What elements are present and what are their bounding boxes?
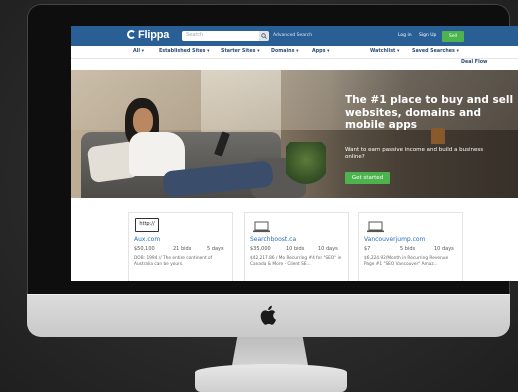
- hero-title: The #1 place to buy and sell websites, d…: [345, 94, 514, 131]
- logo-text: Flippa: [138, 29, 170, 41]
- deal-flow-link[interactable]: Deal Flow: [461, 60, 487, 65]
- listing-price: $7: [364, 246, 371, 252]
- hero-subtitle: Want to earn passive income and build a …: [345, 147, 484, 160]
- subnav-all[interactable]: All ▾: [133, 49, 144, 54]
- login-link[interactable]: Log in: [398, 33, 412, 38]
- sell-button[interactable]: Sell: [442, 31, 464, 42]
- screen: Flippa Search Advanced Search Log in Sig…: [71, 26, 518, 281]
- laptop-icon: [251, 218, 273, 233]
- listing-description: $42,217.86 / Mo Recurring #4 for "SEO" i…: [250, 256, 342, 267]
- listing-days: 10 days: [434, 246, 454, 252]
- subnav-apps[interactable]: Apps ▾: [312, 49, 330, 54]
- signup-link[interactable]: Sign Up: [419, 33, 436, 38]
- listing-bids: 5 bids: [400, 246, 416, 252]
- hero-person-face: [133, 108, 153, 134]
- subnav-saved-searches[interactable]: Saved Searches ▾: [412, 49, 459, 54]
- subnav-starter-sites[interactable]: Starter Sites ▾: [221, 49, 260, 54]
- listing-title[interactable]: Searchboost.ca: [250, 236, 296, 243]
- advanced-search-link[interactable]: Advanced Search: [273, 33, 312, 38]
- search-icon: [261, 33, 267, 39]
- listing-card[interactable]: Vancouverjump.com $7 5 bids 10 days $6,2…: [358, 212, 463, 281]
- http-icon: http://: [135, 218, 159, 232]
- get-started-button[interactable]: Get started: [345, 172, 390, 184]
- listing-bids: 21 bids: [173, 246, 192, 252]
- subnav-domains[interactable]: Domains ▾: [271, 49, 299, 54]
- hero-window: [201, 70, 281, 140]
- listing-price: $50,100: [134, 246, 155, 252]
- subnav-watchlist[interactable]: Watchlist ▾: [370, 49, 399, 54]
- category-navigation: All ▾ Established Sites ▾ Starter Sites …: [71, 46, 518, 59]
- listing-days: 5 days: [207, 246, 224, 252]
- listing-title[interactable]: Vancouverjump.com: [364, 236, 425, 243]
- search-input[interactable]: Search: [182, 31, 268, 41]
- subnav-established-sites[interactable]: Established Sites ▾: [159, 49, 210, 54]
- laptop-icon: [365, 218, 387, 233]
- listing-title[interactable]: Aux.com: [134, 236, 160, 243]
- flippa-logo-icon: [127, 30, 136, 39]
- flippa-logo[interactable]: Flippa: [127, 29, 169, 41]
- hero-banner: [71, 70, 518, 198]
- search-button[interactable]: [259, 31, 269, 41]
- search-placeholder: Search: [186, 32, 204, 38]
- monitor-stand-foot: [195, 364, 347, 392]
- top-navigation: Flippa Search Advanced Search Log in Sig…: [71, 26, 518, 46]
- hero-plant: [286, 142, 326, 187]
- listing-bids: 10 bids: [286, 246, 305, 252]
- listing-description: DOB: 1994 // The entire continent of Aus…: [134, 256, 213, 267]
- apple-logo-icon: [260, 305, 276, 325]
- listing-days: 10 days: [318, 246, 338, 252]
- listing-card[interactable]: Searchboost.ca $35,000 10 bids 10 days $…: [244, 212, 349, 281]
- imac-monitor: Flippa Search Advanced Search Log in Sig…: [27, 4, 518, 336]
- listing-price: $35,000: [250, 246, 271, 252]
- listing-description: $6,224.92/Month in Recurring Revenue Pag…: [364, 256, 449, 267]
- listing-card[interactable]: http:// Aux.com $50,100 21 bids 5 days D…: [128, 212, 233, 281]
